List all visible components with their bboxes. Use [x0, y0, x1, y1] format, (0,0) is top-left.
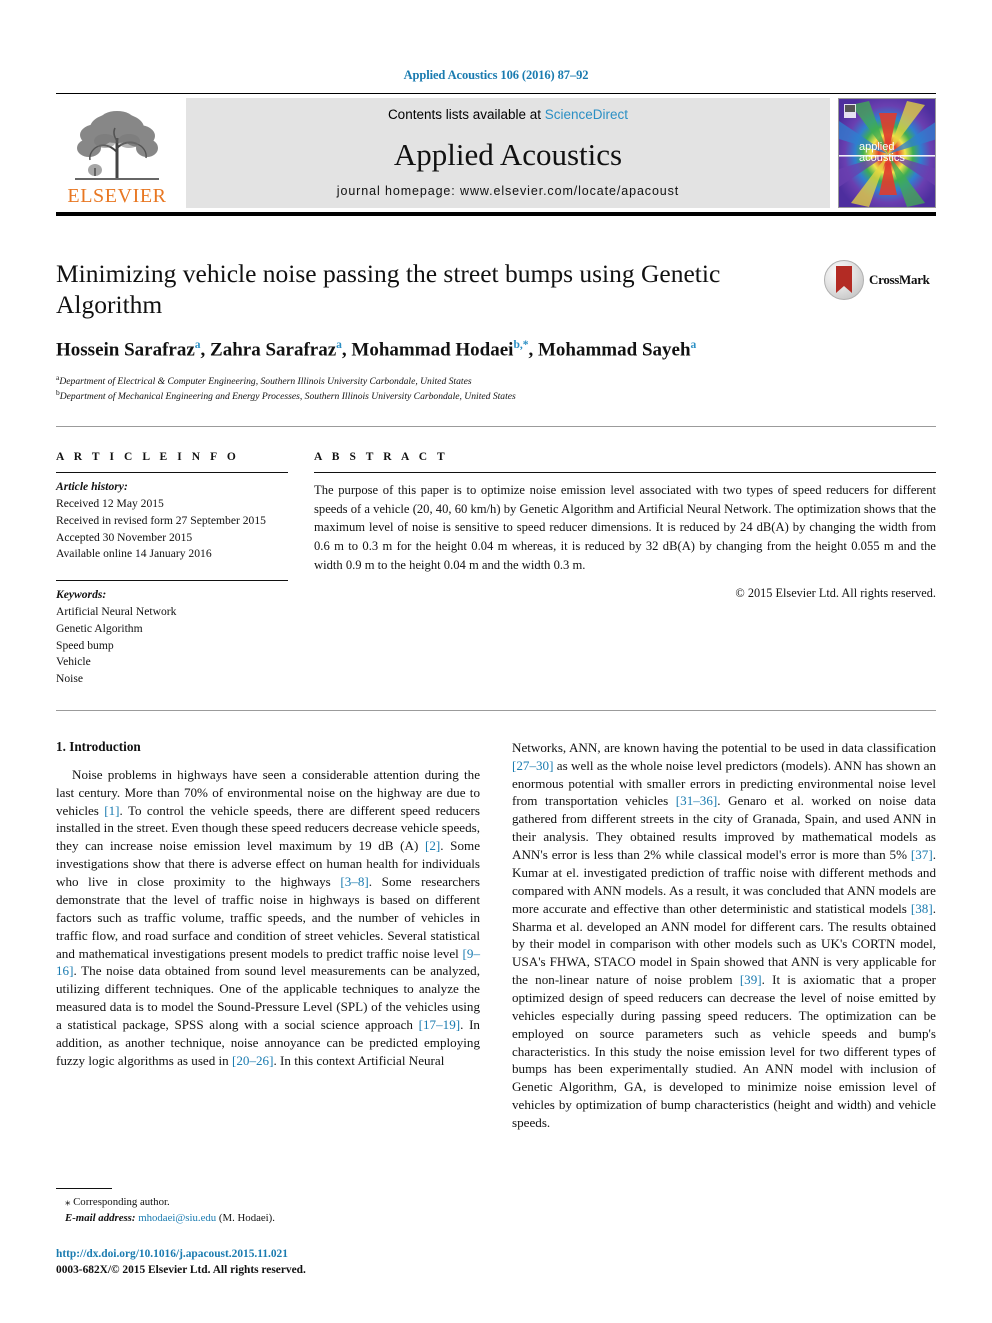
journal-homepage[interactable]: journal homepage: www.elsevier.com/locat… — [337, 184, 679, 198]
intro-paragraph-left: Noise problems in highways have seen a c… — [56, 766, 480, 1070]
article-history: Article history: Received 12 May 2015 Re… — [56, 479, 288, 563]
text-run: Networks, ANN, are known having the pote… — [512, 739, 936, 755]
author-affiliation-mark: b,* — [513, 339, 529, 352]
abstract-text: The purpose of this paper is to optimize… — [314, 483, 936, 572]
journal-cover-thumbnail: applied acoustics — [838, 98, 936, 208]
author-name: Zahra Sarafraz — [210, 339, 337, 361]
masthead-center: Contents lists available at ScienceDirec… — [186, 98, 830, 208]
citation-ref[interactable]: [27–30] — [512, 758, 553, 773]
crossmark-badge-group[interactable]: CrossMark — [824, 260, 936, 300]
sciencedirect-link[interactable]: ScienceDirect — [545, 107, 628, 122]
author-separator: , — [200, 339, 211, 361]
keyword-item: Artificial Neural Network — [56, 604, 177, 618]
citation-ref[interactable]: [31–36] — [676, 793, 717, 808]
corresponding-author-text: Corresponding author. — [73, 1195, 170, 1208]
author-name: Mohammad Sayeh — [537, 339, 691, 361]
citation-ref[interactable]: [38] — [911, 901, 933, 916]
article-info-heading: A R T I C L E I N F O — [56, 451, 240, 464]
elsevier-tree-icon — [75, 111, 159, 180]
keyword-item: Genetic Algorithm — [56, 621, 143, 635]
contents-line: Contents lists available at ScienceDirec… — [388, 107, 628, 122]
author-separator: , — [528, 339, 538, 361]
affiliation-item: aDepartment of Electrical & Computer Eng… — [56, 373, 816, 389]
abstract-heading: A B S T R A C T — [314, 451, 449, 464]
keywords-label: Keywords: — [56, 588, 107, 602]
footnote-divider — [56, 1187, 112, 1189]
author-affiliation-mark: a — [690, 339, 697, 352]
keywords-block: Keywords: Artificial Neural Network Gene… — [56, 587, 288, 688]
author-list: Hossein Sarafraza, Zahra Sarafraza, Moha… — [56, 339, 816, 361]
article-info-column: A R T I C L E I N F O Article history: R… — [56, 451, 314, 688]
page-title: Minimizing vehicle noise passing the str… — [56, 259, 721, 320]
author-separator: , — [341, 339, 352, 361]
abstract-copyright: © 2015 Elsevier Ltd. All rights reserved… — [735, 586, 936, 601]
citation-ref[interactable]: [1] — [104, 803, 119, 818]
email-line: E-mail address: mhodaei@siu.edu (M. Hoda… — [56, 1210, 460, 1226]
doi-block: http://dx.doi.org/10.1016/j.apacoust.201… — [56, 1246, 460, 1279]
email-link[interactable]: mhodaei@siu.edu — [138, 1212, 216, 1224]
running-head: Applied Acoustics 106 (2016) 87–92 — [403, 68, 589, 82]
author-name: Hossein Sarafraz — [56, 339, 195, 361]
info-abstract-row: A R T I C L E I N F O Article history: R… — [56, 451, 936, 688]
svg-text:acoustics: acoustics — [859, 152, 905, 164]
citation-ref[interactable]: [17–19] — [419, 1017, 460, 1032]
affiliation-text: Department of Mechanical Engineering and… — [59, 391, 516, 403]
citation-ref[interactable]: [39] — [740, 972, 762, 987]
doi-link[interactable]: http://dx.doi.org/10.1016/j.apacoust.201… — [56, 1246, 460, 1263]
abstract-column: A B S T R A C T The purpose of this pape… — [314, 451, 936, 688]
masthead-top-rule — [56, 93, 936, 94]
citation-ref[interactable]: [20–26] — [232, 1053, 273, 1068]
text-run: . The noise data obtained from sound lev… — [56, 963, 480, 1032]
keyword-item: Vehicle — [56, 655, 91, 669]
corresponding-author-line: ⁎ Corresponding author. — [56, 1194, 460, 1210]
contents-prefix: Contents lists available at — [387, 107, 545, 122]
journal-title: Applied Acoustics — [393, 136, 623, 172]
citation-ref[interactable]: [3–8] — [340, 874, 368, 889]
affiliation-list: aDepartment of Electrical & Computer Eng… — [56, 373, 816, 405]
elsevier-wordmark: ELSEVIER — [67, 185, 167, 207]
body-columns: 1. Introduction Noise problems in highwa… — [56, 739, 936, 1132]
title-divider — [56, 426, 936, 428]
body-column-left: 1. Introduction Noise problems in highwa… — [56, 739, 480, 1132]
keywords-rule — [56, 580, 288, 582]
article-info-rule — [56, 472, 288, 474]
author-name: Mohammad Hodaei — [351, 339, 514, 361]
text-run: . To control the vehicle speeds, there a… — [56, 802, 480, 854]
paper-page: Applied Acoustics 106 (2016) 87–92 ELSEV… — [0, 0, 992, 1323]
email-owner: (M. Hodaei). — [218, 1211, 275, 1224]
masthead-bottom-rule — [56, 212, 936, 216]
title-block: CrossMark Minimizing vehicle noise passi… — [56, 258, 936, 404]
affiliation-item: bDepartment of Mechanical Engineering an… — [56, 388, 816, 404]
history-item: Accepted 30 November 2015 — [56, 530, 193, 544]
email-label: E-mail address: — [65, 1211, 136, 1224]
issn-copyright: 0003-682X/© 2015 Elsevier Ltd. All right… — [56, 1264, 306, 1277]
abstract-bottom-divider — [56, 709, 936, 711]
crossmark-icon — [824, 260, 864, 300]
keyword-item: Speed bump — [56, 638, 114, 652]
cover-artwork-icon: applied acoustics — [839, 99, 935, 207]
section-heading-introduction: 1. Introduction — [56, 738, 141, 754]
text-run: . It is axiomatic that a proper optimize… — [512, 972, 936, 1130]
history-item: Available online 14 January 2016 — [56, 547, 212, 561]
affiliation-text: Department of Electrical & Computer Engi… — [59, 375, 472, 387]
history-item: Received 12 May 2015 — [56, 496, 164, 510]
crossmark-label: CrossMark — [869, 272, 930, 287]
elsevier-logo: ELSEVIER — [56, 98, 178, 208]
article-history-label: Article history: — [56, 480, 128, 494]
citation-ref[interactable]: [37] — [911, 847, 933, 862]
citation-ref[interactable]: [2] — [425, 838, 440, 853]
intro-paragraph-right: Networks, ANN, are known having the pote… — [512, 739, 936, 1132]
text-run: . In this context Artificial Neural — [273, 1052, 445, 1068]
history-item: Received in revised form 27 September 20… — [56, 513, 266, 527]
page-footnote: ⁎ Corresponding author. E-mail address: … — [56, 1187, 460, 1279]
body-column-right: Networks, ANN, are known having the pote… — [512, 739, 936, 1132]
keyword-item: Noise — [56, 672, 84, 686]
journal-masthead: ELSEVIER Contents lists available at Sci… — [56, 98, 936, 208]
corresponding-marker: ⁎ — [65, 1195, 71, 1208]
abstract-rule — [314, 472, 936, 474]
